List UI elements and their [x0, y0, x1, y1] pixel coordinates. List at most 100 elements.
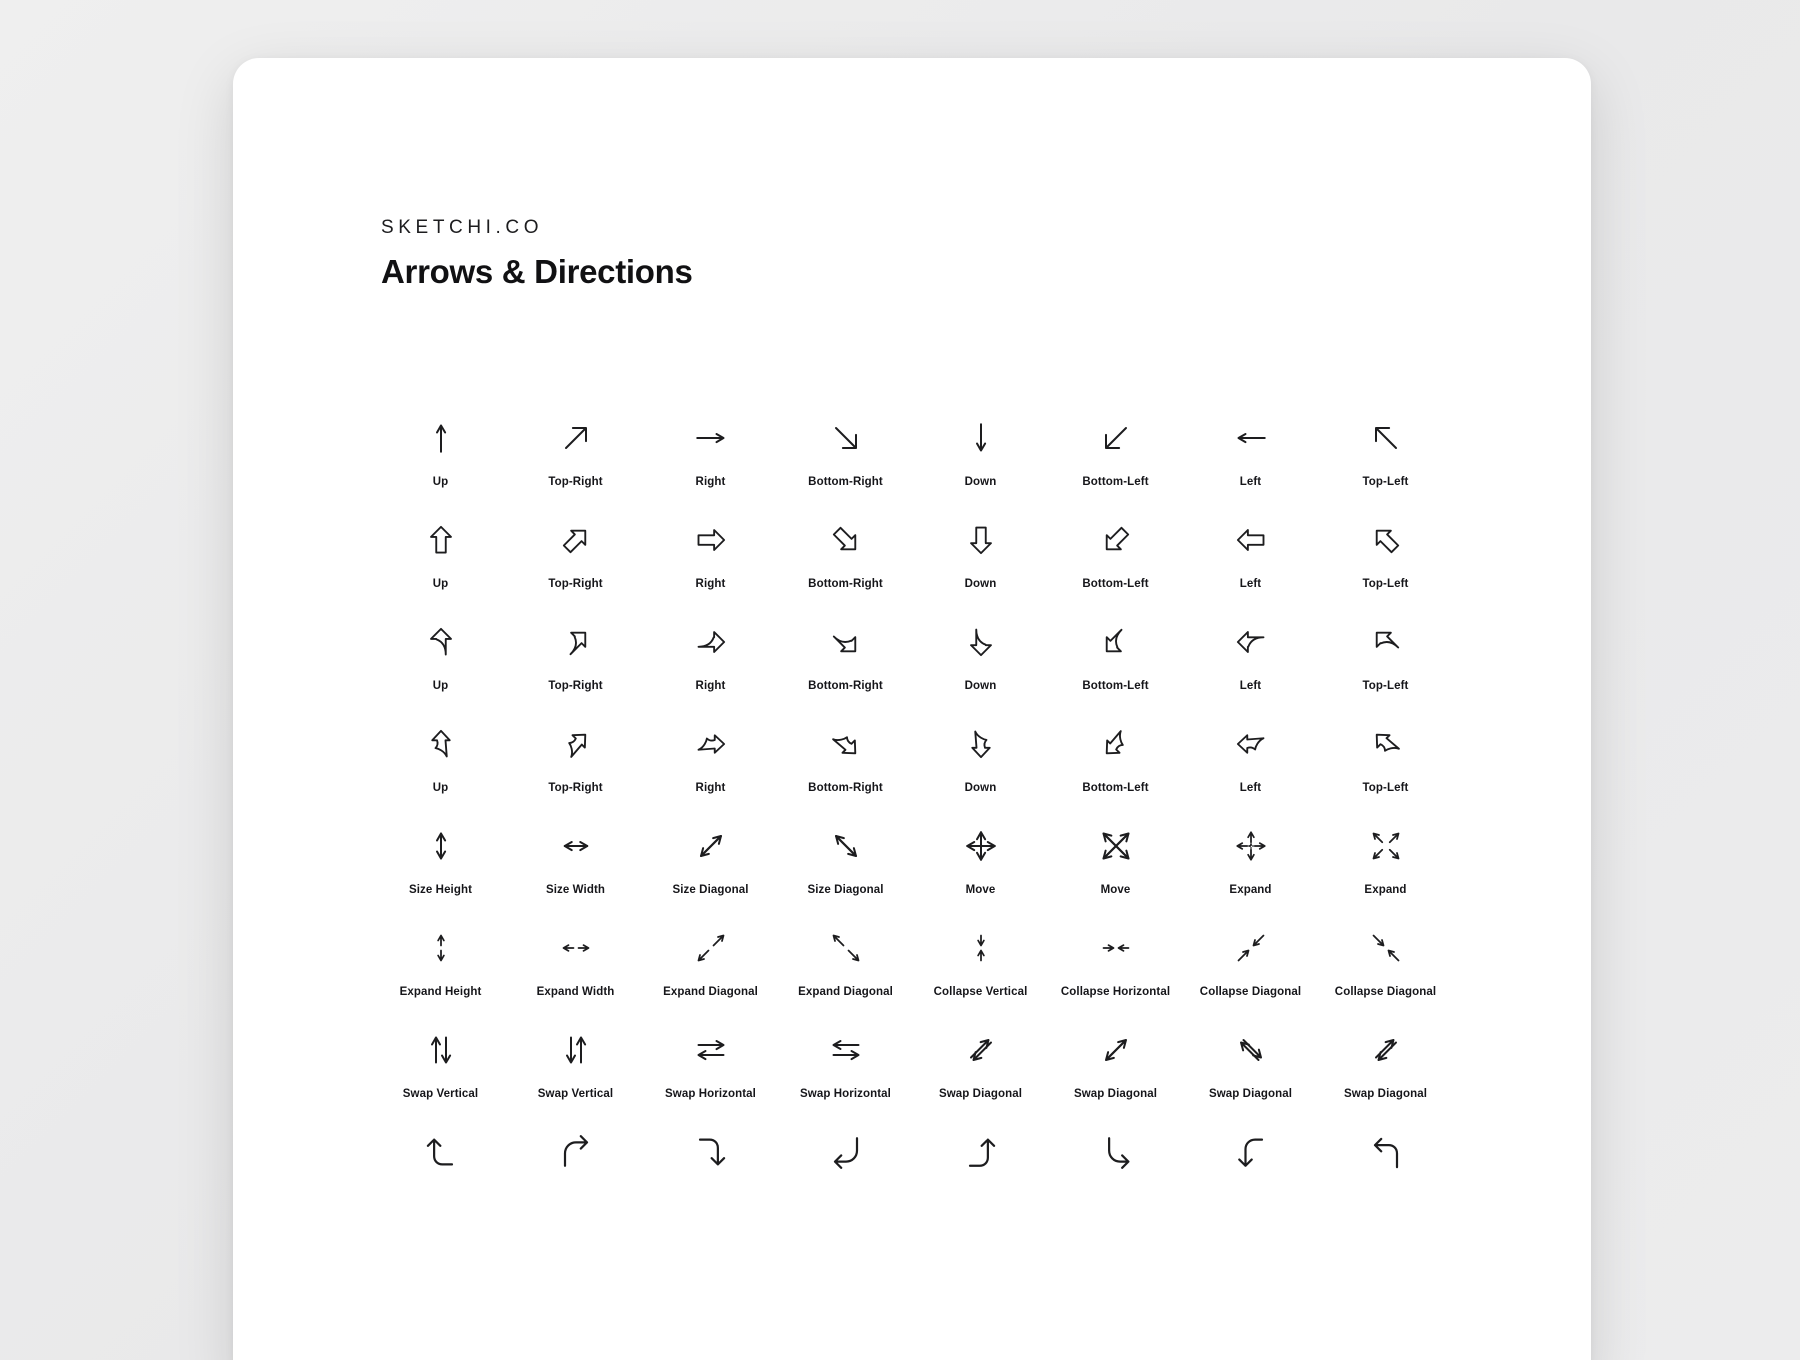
size-diagonal-ne-icon[interactable]: [679, 814, 743, 878]
arrow-up-icon[interactable]: [409, 406, 473, 470]
icon-cell[interactable]: Bottom-Right: [778, 712, 913, 794]
turn-right-bend-icon[interactable]: [1219, 1120, 1283, 1184]
swap-horizontal-left-icon[interactable]: [814, 1018, 878, 1082]
turn-left-up-icon[interactable]: [949, 1120, 1013, 1184]
icon-cell[interactable]: Right: [643, 406, 778, 488]
turn-left-bend-icon[interactable]: [1354, 1120, 1418, 1184]
block-arrow-top-left-icon[interactable]: [1354, 508, 1418, 572]
swap-diagonal-s-icon[interactable]: [1354, 1018, 1418, 1082]
icon-cell[interactable]: Expand Height: [373, 916, 508, 998]
swap-horizontal-right-icon[interactable]: [679, 1018, 743, 1082]
icon-cell[interactable]: Bottom-Right: [778, 610, 913, 692]
icon-cell[interactable]: Left: [1183, 406, 1318, 488]
icon-cell[interactable]: [373, 1120, 508, 1190]
icon-cell[interactable]: Top-Left: [1318, 610, 1453, 692]
icon-cell[interactable]: Move: [1048, 814, 1183, 896]
collapse-diagonal-ne-icon[interactable]: [1219, 916, 1283, 980]
icon-cell[interactable]: [643, 1120, 778, 1190]
icon-cell[interactable]: Right: [643, 712, 778, 794]
icon-cell[interactable]: Bottom-Right: [778, 508, 913, 590]
arrow-top-left-icon[interactable]: [1354, 406, 1418, 470]
curved-arrow-bottom-left-icon[interactable]: [1084, 610, 1148, 674]
icon-cell[interactable]: Left: [1183, 712, 1318, 794]
icon-cell[interactable]: Swap Diagonal: [1048, 1018, 1183, 1100]
icon-cell[interactable]: Collapse Diagonal: [1318, 916, 1453, 998]
icon-cell[interactable]: [1318, 1120, 1453, 1190]
expand-corners-icon[interactable]: [1354, 814, 1418, 878]
icon-cell[interactable]: Top-Right: [508, 610, 643, 692]
icon-cell[interactable]: Left: [1183, 508, 1318, 590]
icon-cell[interactable]: Right: [643, 610, 778, 692]
block-arrow-down-icon[interactable]: [949, 508, 1013, 572]
tapered-arrow-left-icon[interactable]: [1219, 712, 1283, 776]
swap-diagonal-nw-icon[interactable]: [1084, 1018, 1148, 1082]
icon-cell[interactable]: Right: [643, 508, 778, 590]
size-diagonal-nw-icon[interactable]: [814, 814, 878, 878]
turn-up-right-icon[interactable]: [544, 1120, 608, 1184]
curved-arrow-down-icon[interactable]: [949, 610, 1013, 674]
curved-arrow-left-icon[interactable]: [1219, 610, 1283, 674]
icon-cell[interactable]: Down: [913, 406, 1048, 488]
expand-cross-icon[interactable]: [1219, 814, 1283, 878]
icon-cell[interactable]: [913, 1120, 1048, 1190]
tapered-arrow-top-left-icon[interactable]: [1354, 712, 1418, 776]
expand-height-icon[interactable]: [409, 916, 473, 980]
arrow-right-icon[interactable]: [679, 406, 743, 470]
curved-arrow-bottom-right-icon[interactable]: [814, 610, 878, 674]
curved-arrow-up-icon[interactable]: [409, 610, 473, 674]
swap-diagonal-n-icon[interactable]: [1219, 1018, 1283, 1082]
expand-width-icon[interactable]: [544, 916, 608, 980]
icon-cell[interactable]: Collapse Vertical: [913, 916, 1048, 998]
icon-cell[interactable]: Bottom-Left: [1048, 406, 1183, 488]
icon-cell[interactable]: Up: [373, 406, 508, 488]
icon-cell[interactable]: Bottom-Left: [1048, 610, 1183, 692]
icon-cell[interactable]: Bottom-Left: [1048, 712, 1183, 794]
icon-cell[interactable]: [508, 1120, 643, 1190]
arrow-top-right-icon[interactable]: [544, 406, 608, 470]
icon-cell[interactable]: Expand Diagonal: [778, 916, 913, 998]
block-arrow-right-icon[interactable]: [679, 508, 743, 572]
tapered-arrow-up-icon[interactable]: [409, 712, 473, 776]
icon-cell[interactable]: Up: [373, 712, 508, 794]
arrow-bottom-left-icon[interactable]: [1084, 406, 1148, 470]
icon-cell[interactable]: Swap Vertical: [508, 1018, 643, 1100]
curved-arrow-right-icon[interactable]: [679, 610, 743, 674]
tapered-arrow-bottom-left-icon[interactable]: [1084, 712, 1148, 776]
move-diagonal-icon[interactable]: [1084, 814, 1148, 878]
expand-diagonal-ne-icon[interactable]: [679, 916, 743, 980]
icon-cell[interactable]: Size Width: [508, 814, 643, 896]
icon-cell[interactable]: [1183, 1120, 1318, 1190]
icon-cell[interactable]: Swap Vertical: [373, 1018, 508, 1100]
arrow-bottom-right-icon[interactable]: [814, 406, 878, 470]
icon-cell[interactable]: [778, 1120, 913, 1190]
icon-cell[interactable]: Expand Diagonal: [643, 916, 778, 998]
turn-down-right-icon[interactable]: [679, 1120, 743, 1184]
turn-up-left-icon[interactable]: [409, 1120, 473, 1184]
collapse-vertical-icon[interactable]: [949, 916, 1013, 980]
icon-cell[interactable]: [1048, 1120, 1183, 1190]
icon-cell[interactable]: Expand: [1183, 814, 1318, 896]
icon-cell[interactable]: Top-Right: [508, 508, 643, 590]
icon-cell[interactable]: Swap Horizontal: [643, 1018, 778, 1100]
icon-cell[interactable]: Bottom-Left: [1048, 508, 1183, 590]
collapse-diagonal-nw-icon[interactable]: [1354, 916, 1418, 980]
tapered-arrow-bottom-right-icon[interactable]: [814, 712, 878, 776]
icon-cell[interactable]: Down: [913, 712, 1048, 794]
icon-cell[interactable]: Move: [913, 814, 1048, 896]
icon-cell[interactable]: Collapse Horizontal: [1048, 916, 1183, 998]
tapered-arrow-top-right-icon[interactable]: [544, 712, 608, 776]
icon-cell[interactable]: Swap Diagonal: [913, 1018, 1048, 1100]
icon-cell[interactable]: Left: [1183, 610, 1318, 692]
icon-cell[interactable]: Up: [373, 508, 508, 590]
icon-cell[interactable]: Swap Horizontal: [778, 1018, 913, 1100]
swap-vertical-up-down-icon[interactable]: [409, 1018, 473, 1082]
block-arrow-top-right-icon[interactable]: [544, 508, 608, 572]
swap-diagonal-ne-icon[interactable]: [949, 1018, 1013, 1082]
icon-cell[interactable]: Size Height: [373, 814, 508, 896]
icon-cell[interactable]: Size Diagonal: [643, 814, 778, 896]
tapered-arrow-right-icon[interactable]: [679, 712, 743, 776]
turn-right-down-icon[interactable]: [1084, 1120, 1148, 1184]
collapse-horizontal-icon[interactable]: [1084, 916, 1148, 980]
move-cross-icon[interactable]: [949, 814, 1013, 878]
swap-vertical-down-up-icon[interactable]: [544, 1018, 608, 1082]
